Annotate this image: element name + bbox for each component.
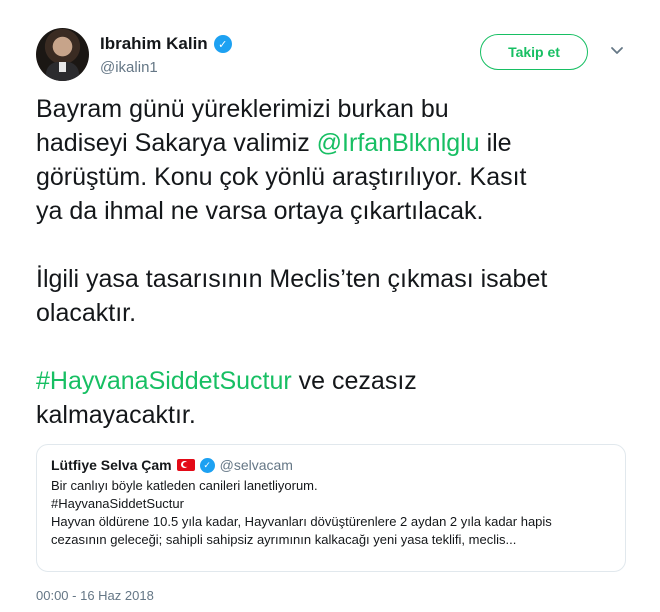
quoted-author-name: Lütfiye Selva Çam bbox=[51, 457, 172, 473]
tweet-text-segment: Bayram günü yüreklerimizi burkan bu bbox=[36, 95, 449, 123]
author-name-row: Ibrahim Kalin ✓ bbox=[100, 34, 232, 54]
quoted-line: Hayvan öldürene 10.5 yıla kadar, Hayvanl… bbox=[51, 514, 552, 529]
tweet-line: İlgili yasa tasarısının Meclis’ten çıkma… bbox=[36, 262, 636, 296]
tweet-text-segment: ile bbox=[479, 129, 512, 157]
avatar[interactable] bbox=[36, 28, 89, 81]
tweet-card: Ibrahim Kalin ✓ @ikalin1 Takip et Bayram… bbox=[0, 0, 660, 612]
tweet-text-segment: olacaktır. bbox=[36, 299, 137, 327]
tweet-text-segment: İlgili yasa tasarısının Meclis’ten çıkma… bbox=[36, 265, 548, 293]
quoted-line: cezasının geleceği; sahipli sahipsiz ayr… bbox=[51, 532, 517, 547]
mention-link[interactable]: @IrfanBlknlglu bbox=[317, 129, 480, 157]
verified-icon: ✓ bbox=[213, 35, 232, 53]
quoted-author-handle: @selvacam bbox=[219, 457, 293, 473]
quoted-tweet[interactable]: Lütfiye Selva Çam ✓ @selvacam Bir canlıy… bbox=[36, 444, 626, 572]
tweet-text-segment: görüştüm. Konu çok yönlü araştırılıyor. … bbox=[36, 163, 527, 191]
tweet-text: Bayram günü yüreklerimizi burkan bu hadi… bbox=[36, 92, 636, 432]
chevron-down-icon[interactable] bbox=[610, 44, 624, 58]
author-name[interactable]: Ibrahim Kalin bbox=[100, 34, 208, 54]
tweet-timestamp[interactable]: 00:00 - 16 Haz 2018 bbox=[36, 588, 154, 603]
tweet-header: Ibrahim Kalin ✓ @ikalin1 Takip et bbox=[36, 28, 636, 84]
quoted-line: Bir canlıyı böyle katleden canileri lane… bbox=[51, 478, 318, 493]
follow-button[interactable]: Takip et bbox=[480, 34, 588, 70]
tweet-text-segment: ve cezasız bbox=[291, 367, 417, 395]
tweet-line: Bayram günü yüreklerimizi burkan bu bbox=[36, 92, 636, 126]
quoted-header: Lütfiye Selva Çam ✓ @selvacam bbox=[51, 457, 611, 473]
tweet-line: hadiseyi Sakarya valimiz @IrfanBlknlglu … bbox=[36, 126, 636, 160]
tweet-line: ya da ihmal ne varsa ortaya çıkartılacak… bbox=[36, 194, 636, 228]
quoted-text: Bir canlıyı böyle katleden canileri lane… bbox=[51, 477, 611, 549]
avatar-collar bbox=[59, 62, 66, 72]
tweet-line: kalmayacaktır. bbox=[36, 398, 636, 432]
author-handle[interactable]: @ikalin1 bbox=[100, 59, 158, 76]
quoted-line: #HayvanaSiddetSuctur bbox=[51, 496, 184, 511]
tweet-text-segment: ya da ihmal ne varsa ortaya çıkartılacak… bbox=[36, 197, 484, 225]
tweet-line: olacaktır. bbox=[36, 296, 636, 330]
turkey-flag-icon bbox=[176, 459, 195, 471]
tweet-text-segment: kalmayacaktır. bbox=[36, 401, 196, 429]
verified-icon: ✓ bbox=[199, 457, 215, 473]
tweet-line: görüştüm. Konu çok yönlü araştırılıyor. … bbox=[36, 160, 636, 194]
tweet-line: #HayvanaSiddetSuctur ve cezasız bbox=[36, 364, 636, 398]
hashtag-link[interactable]: #HayvanaSiddetSuctur bbox=[36, 367, 292, 395]
tweet-text-segment: hadiseyi Sakarya valimiz bbox=[36, 129, 317, 157]
